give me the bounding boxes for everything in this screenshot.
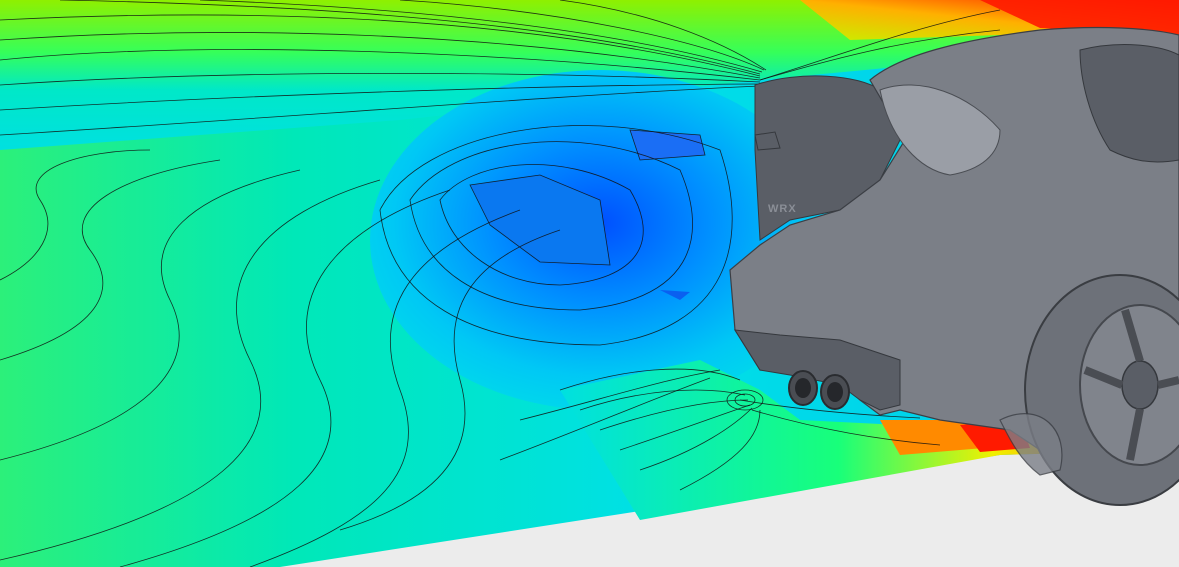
cfd-viewport: WRX [0, 0, 1179, 567]
wrx-badge: WRX [768, 203, 797, 215]
cfd-scene: WRX [0, 0, 1179, 567]
